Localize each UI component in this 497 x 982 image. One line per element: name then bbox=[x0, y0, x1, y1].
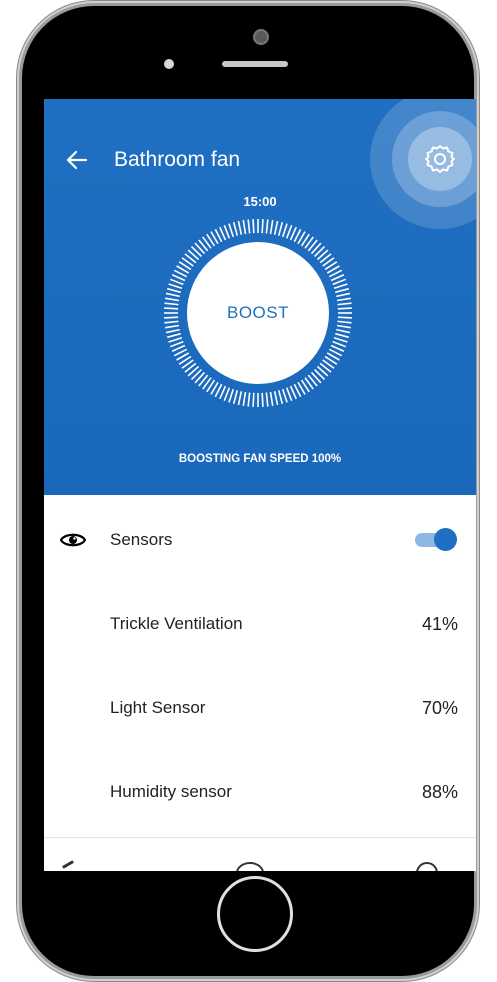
dial-tick bbox=[337, 302, 352, 306]
eye-icon bbox=[60, 533, 86, 547]
nav-icon-partial bbox=[416, 862, 438, 871]
dial-tick bbox=[277, 221, 284, 236]
dial-tick bbox=[168, 283, 183, 290]
dial-tick bbox=[223, 387, 231, 402]
dial-tick bbox=[265, 219, 269, 234]
dial-tick bbox=[336, 324, 351, 329]
dial-tick bbox=[164, 320, 179, 324]
dial-tick bbox=[332, 340, 347, 348]
gear-icon bbox=[425, 145, 455, 173]
sensor-value: 88% bbox=[421, 782, 458, 802]
dial-tick bbox=[336, 292, 351, 298]
dial-tick bbox=[165, 292, 180, 298]
dial-tick bbox=[232, 221, 239, 236]
settings-button[interactable] bbox=[370, 99, 476, 229]
dial-tick bbox=[164, 316, 179, 319]
sensors-row: Sensors bbox=[44, 525, 476, 555]
sensors-label: Sensors bbox=[110, 530, 173, 549]
dial-tick bbox=[335, 287, 350, 294]
dial-tick bbox=[252, 392, 255, 407]
dial-tick bbox=[232, 390, 239, 405]
dial-tick bbox=[261, 392, 264, 407]
dial-tick bbox=[223, 224, 231, 239]
bottom-nav-partial bbox=[44, 859, 476, 871]
dial-tick bbox=[169, 278, 184, 286]
dial-tick bbox=[165, 297, 180, 302]
dial-tick bbox=[164, 307, 179, 310]
front-camera bbox=[164, 59, 174, 69]
boost-status: BOOSTING FAN SPEED 100% bbox=[178, 453, 342, 465]
dial-tick bbox=[166, 332, 181, 339]
boost-button[interactable]: BOOST bbox=[187, 242, 329, 384]
dial-tick bbox=[269, 391, 274, 406]
dial-tick bbox=[237, 220, 243, 235]
arrow-left-icon[interactable] bbox=[64, 147, 90, 173]
dial-tick bbox=[285, 387, 293, 402]
dial-tick bbox=[252, 219, 255, 234]
dial-tick bbox=[333, 283, 348, 290]
dial-tick bbox=[273, 391, 279, 406]
boost-timer: 15:00 bbox=[243, 194, 277, 209]
dial-tick bbox=[281, 388, 288, 403]
sensor-label: Light Sensor bbox=[110, 698, 206, 717]
nav-icon-partial bbox=[62, 860, 74, 869]
dial-tick bbox=[228, 388, 235, 403]
dial-tick bbox=[269, 220, 274, 235]
dial-tick bbox=[237, 391, 243, 406]
dial-tick bbox=[332, 278, 347, 286]
dial-tick bbox=[242, 391, 247, 406]
dial-tick bbox=[169, 340, 184, 348]
dial-tick bbox=[277, 390, 284, 405]
sensor-label: Humidity sensor bbox=[110, 782, 232, 801]
dial-tick bbox=[336, 297, 351, 302]
proximity-sensor bbox=[253, 29, 269, 45]
dial-tick bbox=[242, 220, 247, 235]
page-title: Bathroom fan bbox=[114, 148, 241, 171]
sensor-value: 41% bbox=[421, 614, 458, 634]
home-button[interactable] bbox=[217, 876, 293, 952]
dial-tick bbox=[247, 392, 251, 407]
dial-tick bbox=[285, 224, 293, 239]
earpiece-speaker bbox=[222, 61, 288, 67]
divider bbox=[44, 837, 476, 838]
app-header: Bathroom fan 15:00 BOOST BOOSTING FAN SP… bbox=[44, 99, 476, 495]
toggle-thumb bbox=[434, 528, 457, 551]
dial-tick bbox=[168, 336, 183, 343]
sensors-toggle[interactable] bbox=[412, 526, 460, 552]
list-item[interactable]: Light Sensor 70% bbox=[44, 693, 476, 723]
dial-tick bbox=[337, 320, 352, 324]
dial-tick bbox=[261, 219, 264, 234]
dial-tick bbox=[247, 219, 251, 234]
sensor-label: Trickle Ventilation bbox=[110, 614, 243, 633]
sensor-value: 70% bbox=[421, 698, 458, 718]
dial-tick bbox=[333, 336, 348, 343]
list-item[interactable]: Humidity sensor 88% bbox=[44, 777, 476, 807]
dial-tick bbox=[337, 307, 352, 310]
nav-icon-partial bbox=[236, 862, 264, 871]
dial-tick bbox=[166, 287, 181, 294]
dial-tick bbox=[165, 328, 180, 334]
dial-tick bbox=[337, 316, 352, 319]
dial-tick bbox=[265, 392, 269, 407]
dial-tick bbox=[273, 220, 279, 235]
dial-tick bbox=[165, 324, 180, 329]
dial-tick bbox=[281, 223, 288, 238]
dial-tick bbox=[164, 302, 179, 306]
dial-tick bbox=[336, 328, 351, 334]
app-screen: Bathroom fan 15:00 BOOST BOOSTING FAN SP… bbox=[44, 99, 476, 871]
list-item[interactable]: Trickle Ventilation 41% bbox=[44, 609, 476, 639]
dial-tick bbox=[228, 223, 235, 238]
dial-tick bbox=[335, 332, 350, 339]
